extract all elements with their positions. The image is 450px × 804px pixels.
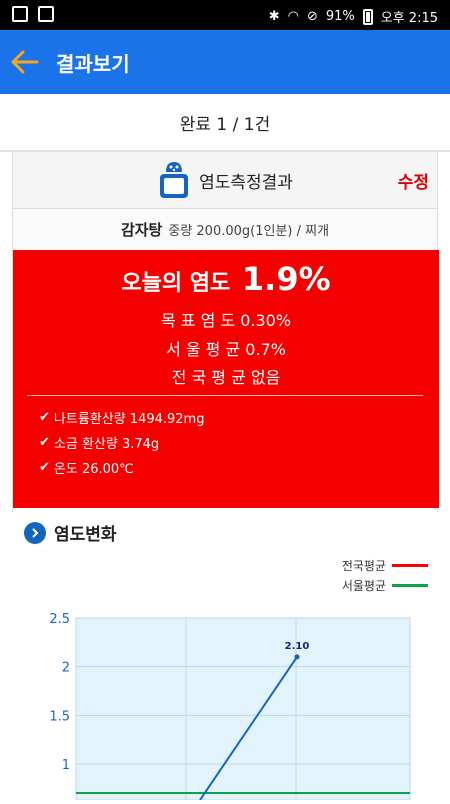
result-header: 염도측정결과 수정 <box>13 152 437 209</box>
bluetooth-icon: ✱ <box>268 9 280 24</box>
result-card: 염도측정결과 수정 감자탕 중량 200.00g(1인분) / 찌개 오늘의 염… <box>12 152 439 512</box>
legend-item-national: 전국평균 <box>342 555 428 575</box>
y-tick-label: 1.5 <box>49 709 70 724</box>
divider <box>27 395 423 396</box>
legend-swatch <box>392 583 428 587</box>
chevron-right-icon <box>24 521 46 544</box>
chart-search-icon <box>38 6 54 22</box>
battery-icon <box>362 8 373 25</box>
detail-item: ✔ 소금 환산량 3.74g <box>39 433 159 452</box>
y-tick-label: 2 <box>62 661 70 676</box>
result-count: 완료 1 / 1건 <box>0 94 450 152</box>
today-salinity: 오늘의 염도 1.9% <box>13 260 439 298</box>
legend-item-seoul: 서울평균 <box>342 575 428 595</box>
section-header: 염도변화 <box>24 520 117 545</box>
app-bar: 결과보기 <box>0 30 450 94</box>
food-name: 감자탕 <box>120 221 163 239</box>
status-bar: ✱ ◠ ⊘ 91% 오후 2:15 <box>0 0 450 30</box>
y-tick-label: 2.5 <box>49 612 70 627</box>
today-label: 오늘의 염도 <box>121 271 231 296</box>
sodium-amount: 나트륨환산량 1494.92mg <box>53 412 205 427</box>
section-title: 염도변화 <box>54 525 117 545</box>
page-title: 결과보기 <box>56 51 130 76</box>
data-point <box>294 654 300 660</box>
detail-item: ✔ 온도 26.00℃ <box>39 458 134 477</box>
today-value: 1.9% <box>241 260 331 298</box>
chart-svg: 2.5 2 1.5 1 2.10 <box>49 612 411 801</box>
clock: 오후 2:15 <box>380 11 438 26</box>
check-icon: ✔ <box>39 410 50 425</box>
edit-button[interactable]: 수정 <box>398 168 429 193</box>
battery-percent: 91% <box>325 9 355 24</box>
y-tick-label: 1 <box>62 758 70 773</box>
gallery-icon <box>12 6 28 22</box>
result-title: 염도측정결과 <box>199 172 293 193</box>
seoul-average: 서 울 평 균 0.7% <box>166 340 286 359</box>
salinity-chart: 2.5 2 1.5 1 2.10 <box>0 600 450 801</box>
chart-legend: 전국평균 서울평균 <box>342 555 428 595</box>
target-salinity: 목 표 염 도 0.30% <box>160 311 292 330</box>
salinity-summary: 오늘의 염도 1.9% 목 표 염 도 0.30% 서 울 평 균 0.7% 전… <box>13 250 439 508</box>
legend-swatch <box>392 563 428 567</box>
detail-item: ✔ 나트륨환산량 1494.92mg <box>39 408 204 427</box>
back-arrow-icon <box>11 50 39 74</box>
legend-label: 서울평균 <box>341 578 386 593</box>
data-label: 2.10 <box>285 641 310 652</box>
national-average: 전 국 평 균 없음 <box>171 368 281 387</box>
salt-amount: 소금 환산량 3.74g <box>53 437 160 452</box>
temperature: 온도 26.00℃ <box>53 462 134 477</box>
no-disturb-icon: ⊘ <box>306 9 318 24</box>
check-icon: ✔ <box>39 460 50 475</box>
salt-meter-icon <box>160 162 189 198</box>
wifi-icon: ◠ <box>287 9 299 24</box>
plot-background <box>75 617 411 801</box>
check-icon: ✔ <box>39 435 50 450</box>
back-button[interactable] <box>0 30 50 94</box>
food-detail: 중량 200.00g(1인분) / 찌개 <box>168 224 330 239</box>
legend-label: 전국평균 <box>341 558 386 573</box>
food-info: 감자탕 중량 200.00g(1인분) / 찌개 <box>13 209 437 251</box>
